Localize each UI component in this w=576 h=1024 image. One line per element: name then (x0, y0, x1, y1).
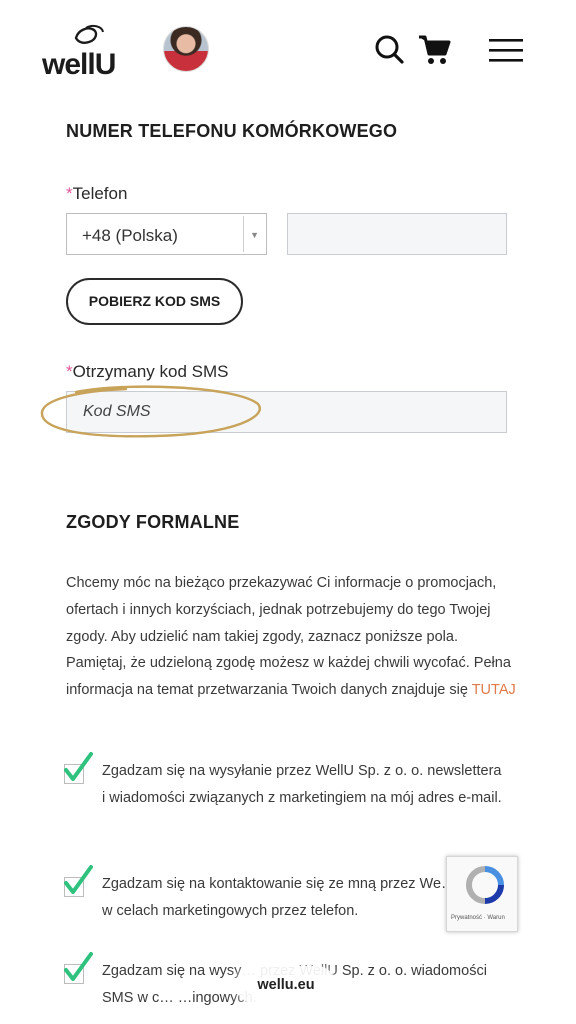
sms-code-label-text: Otrzymany kod SMS (72, 362, 229, 381)
avatar[interactable] (163, 26, 209, 72)
cart-icon (419, 35, 451, 64)
required-marker: * (66, 362, 73, 381)
select-divider (243, 216, 244, 252)
consents-section-heading: ZGODY FORMALNE (66, 512, 240, 532)
get-sms-code-button[interactable]: POBIERZ KOD SMS (66, 278, 243, 325)
checkmark-icon (64, 865, 93, 894)
site-header: wellU (0, 0, 576, 100)
consents-intro-text: Chcemy móc na bieżąco przekazywać Ci inf… (66, 575, 511, 699)
sms-code-label: *Otrzymany kod SMS (66, 362, 229, 382)
wellu-logo[interactable]: wellU (42, 24, 138, 81)
recaptcha-terms[interactable]: Prywatność · Warun (451, 915, 505, 921)
hamburger-menu-icon (489, 39, 523, 62)
menu-button[interactable] (488, 32, 524, 68)
consent-text: Zgadzam się na kontaktowanie się ze mną … (102, 876, 488, 919)
search-button[interactable] (372, 32, 408, 68)
sms-code-placeholder: Kod SMS (83, 403, 151, 420)
sms-code-input[interactable]: Kod SMS (66, 391, 507, 433)
consents-intro: Chcemy móc na bieżąco przekazywać Ci inf… (66, 570, 516, 704)
checkmark-icon (64, 752, 93, 781)
cart-button[interactable] (417, 32, 453, 68)
recaptcha-badge[interactable]: Prywatność · Warun (446, 856, 518, 932)
consent-text: Zgadzam się na wysyłanie przez WellU Sp.… (102, 763, 502, 806)
phone-section-heading: NUMER TELEFONU KOMÓRKOWEGO (66, 121, 398, 141)
phone-number-input[interactable] (287, 213, 507, 255)
browser-url-bar[interactable]: wellu.eu (236, 966, 336, 1004)
logo-mark-icon (74, 24, 104, 44)
dropdown-arrow-icon: ▼ (250, 230, 259, 240)
search-icon (375, 35, 404, 64)
checkmark-icon (64, 952, 93, 981)
privacy-link[interactable]: TUTAJ (472, 682, 516, 698)
required-marker: * (66, 184, 73, 203)
recaptcha-icon (465, 866, 504, 904)
phone-label: *Telefon (66, 184, 127, 204)
logo-text: wellU (42, 48, 116, 81)
country-code-value: +48 (Polska) (82, 226, 178, 245)
country-code-select[interactable]: +48 (Polska) ▼ (66, 213, 267, 255)
phone-label-text: Telefon (72, 184, 128, 203)
